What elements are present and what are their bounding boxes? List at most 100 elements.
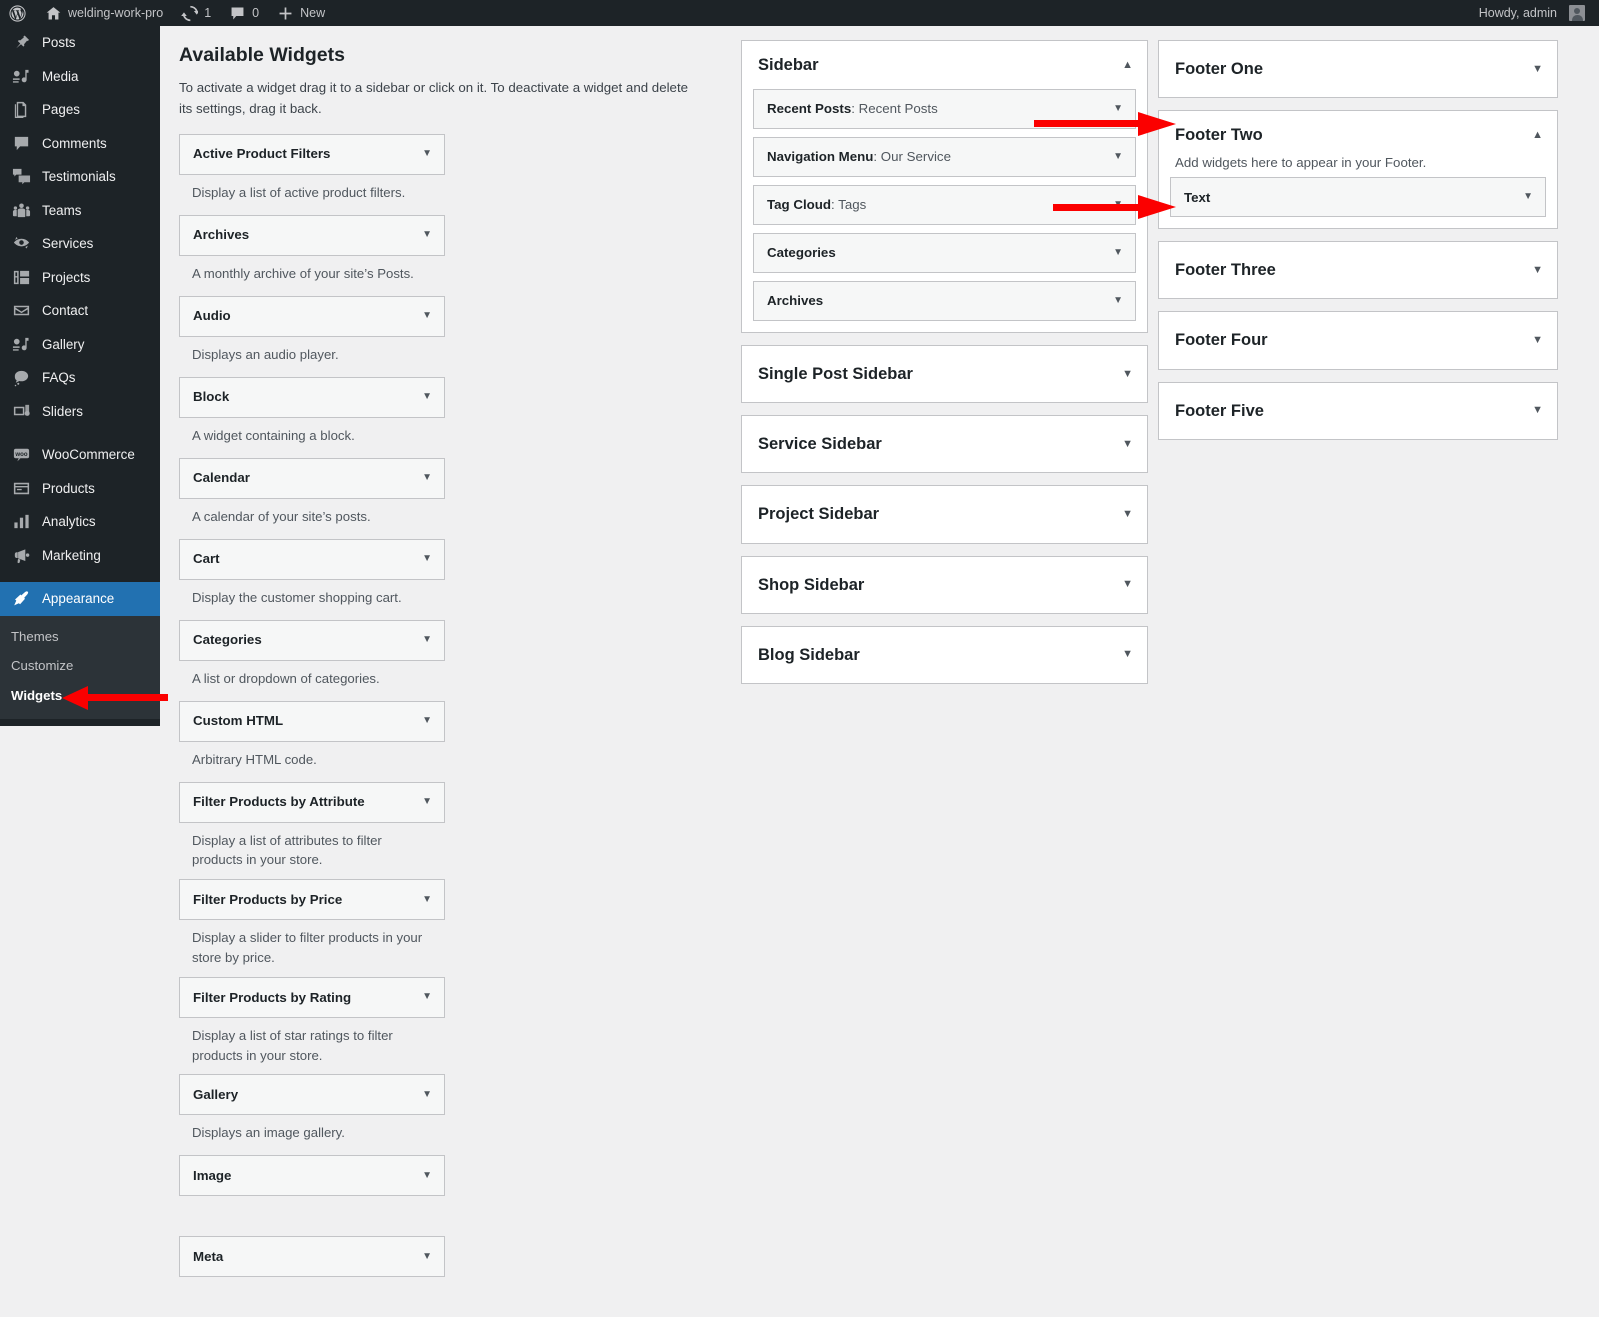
widget-box[interactable]: Archives ▼ — [179, 214, 445, 256]
widget-box[interactable]: Meta ▼ — [179, 1236, 445, 1278]
chevron-down-icon[interactable]: ▼ — [1113, 152, 1123, 162]
media-icon — [11, 66, 31, 86]
widget-box[interactable]: Calendar ▼ — [179, 457, 445, 499]
chevron-down-icon[interactable]: ▼ — [422, 635, 432, 645]
assigned-widget-tag-cloud[interactable]: Tag Cloud: Tags ▼ — [753, 185, 1136, 226]
widget-box[interactable]: Cart ▼ — [179, 538, 445, 580]
chevron-down-icon[interactable]: ▼ — [1113, 200, 1123, 210]
sidebar-item-faqs[interactable]: FAQs — [0, 361, 160, 395]
widget-box[interactable]: Active Product Filters ▼ — [179, 133, 445, 175]
assigned-widget-categories[interactable]: Categories ▼ — [753, 233, 1136, 274]
sidebar-item-sliders[interactable]: Sliders — [0, 395, 160, 429]
assigned-widget-navigation-menu[interactable]: Navigation Menu: Our Service ▼ — [753, 137, 1136, 178]
sidebar-item-media[interactable]: Media — [0, 60, 160, 94]
widget-area-body: Text ▼ — [1159, 177, 1557, 228]
chevron-down-icon[interactable]: ▼ — [1113, 296, 1123, 306]
sidebar-item-gallery[interactable]: Gallery — [0, 328, 160, 362]
chevron-down-icon[interactable]: ▼ — [422, 1170, 432, 1181]
widget-area-header[interactable]: Footer Two ▲ — [1159, 111, 1557, 159]
chevron-down-icon[interactable]: ▼ — [1532, 405, 1543, 416]
sidebar-item-marketing[interactable]: Marketing — [0, 539, 160, 573]
chevron-up-icon[interactable]: ▲ — [1532, 129, 1543, 141]
assigned-widget-archives[interactable]: Archives ▼ — [753, 281, 1136, 322]
chevron-down-icon[interactable]: ▼ — [422, 554, 432, 564]
sidebar-item-analytics[interactable]: Analytics — [0, 505, 160, 539]
chevron-down-icon[interactable]: ▼ — [422, 716, 432, 726]
sidebar-item-posts[interactable]: Posts — [0, 26, 160, 60]
updates-menu[interactable]: 1 — [172, 0, 220, 26]
widget-area-header[interactable]: Project Sidebar ▼ — [742, 486, 1147, 542]
widget-description: Display the customer shopping cart. — [192, 589, 402, 605]
chevron-down-icon[interactable]: ▼ — [422, 894, 432, 905]
sidebar-item-woocommerce[interactable]: woo WooCommerce — [0, 438, 160, 472]
sidebar-item-label: Sliders — [42, 403, 83, 419]
chevron-down-icon[interactable]: ▼ — [422, 1251, 432, 1262]
wordpress-logo-icon — [9, 4, 26, 22]
chevron-down-icon[interactable]: ▼ — [1532, 264, 1543, 276]
chevron-down-icon[interactable]: ▼ — [1113, 104, 1123, 114]
assigned-widget-text[interactable]: Text ▼ — [1170, 177, 1546, 218]
widget-area-header[interactable]: Blog Sidebar ▼ — [742, 627, 1147, 683]
sidebar-item-products[interactable]: Products — [0, 472, 160, 506]
widget-area-header[interactable]: Service Sidebar ▼ — [742, 416, 1147, 472]
widget-area-header[interactable]: Single Post Sidebar ▼ — [742, 346, 1147, 402]
wordpress-logo-menu[interactable] — [0, 0, 36, 26]
chevron-down-icon[interactable]: ▼ — [1523, 192, 1533, 202]
chevron-down-icon[interactable]: ▼ — [1122, 368, 1133, 380]
chevron-down-icon[interactable]: ▼ — [422, 230, 432, 240]
my-account-menu[interactable]: Howdy, admin — [1470, 0, 1599, 26]
chevron-down-icon[interactable]: ▼ — [1122, 438, 1133, 450]
submenu-item-customize[interactable]: Customize — [0, 651, 160, 681]
available-widget-categories: Categories ▼ A list or dropdown of categ… — [179, 619, 445, 701]
chevron-down-icon[interactable]: ▼ — [422, 473, 432, 483]
chevron-down-icon[interactable]: ▼ — [422, 797, 432, 807]
chevron-down-icon[interactable]: ▼ — [1532, 63, 1543, 75]
sidebar-item-label: Products — [42, 480, 95, 496]
sidebar-item-comments[interactable]: Comments — [0, 127, 160, 161]
comments-menu[interactable]: 0 — [220, 0, 268, 26]
widget-box[interactable]: Filter Products by Attribute ▼ — [179, 781, 445, 823]
sidebar-item-appearance[interactable]: Appearance — [0, 582, 160, 616]
chevron-down-icon[interactable]: ▼ — [422, 992, 432, 1002]
widget-area-header[interactable]: Shop Sidebar ▼ — [742, 557, 1147, 613]
chevron-down-icon[interactable]: ▼ — [1122, 579, 1133, 590]
widget-box[interactable]: Filter Products by Rating ▼ — [179, 976, 445, 1018]
chevron-down-icon[interactable]: ▼ — [422, 149, 432, 159]
widget-area-header[interactable]: Footer One ▼ — [1159, 41, 1557, 97]
chevron-down-icon[interactable]: ▼ — [1122, 508, 1133, 520]
sidebar-item-services[interactable]: Services — [0, 227, 160, 261]
sidebar-item-teams[interactable]: Teams — [0, 194, 160, 228]
avatar — [1569, 5, 1585, 21]
chevron-down-icon[interactable]: ▼ — [422, 311, 432, 321]
chevron-down-icon[interactable]: ▼ — [422, 392, 432, 402]
widget-area-footer-four: Footer Four ▼ — [1158, 311, 1558, 370]
sidebar-item-contact[interactable]: Contact — [0, 294, 160, 328]
chevron-down-icon[interactable]: ▼ — [1532, 334, 1543, 346]
widget-description: A widget containing a block. — [192, 427, 355, 443]
site-name-menu[interactable]: welding-work-pro — [36, 0, 172, 26]
sidebar-item-testimonials[interactable]: Testimonials — [0, 160, 160, 194]
widget-box[interactable]: Custom HTML ▼ — [179, 700, 445, 742]
widget-box[interactable]: Audio ▼ — [179, 295, 445, 337]
sidebar-item-projects[interactable]: Projects — [0, 261, 160, 295]
chevron-up-icon[interactable]: ▲ — [1122, 59, 1133, 71]
submenu-item-widgets[interactable]: Widgets — [0, 681, 160, 711]
assigned-widget-recent-posts[interactable]: Recent Posts: Recent Posts ▼ — [753, 89, 1136, 130]
updates-count: 1 — [204, 6, 212, 20]
widget-box[interactable]: Categories ▼ — [179, 619, 445, 661]
widget-area-header[interactable]: Footer Five ▼ — [1159, 383, 1557, 439]
chevron-down-icon[interactable]: ▼ — [422, 1089, 432, 1100]
widget-box[interactable]: Gallery ▼ — [179, 1074, 445, 1116]
chevron-down-icon[interactable]: ▼ — [1113, 248, 1123, 258]
widget-box[interactable]: Image ▼ — [179, 1155, 445, 1197]
widget-box[interactable]: Block ▼ — [179, 376, 445, 418]
widget-area-header[interactable]: Footer Three ▼ — [1159, 242, 1557, 298]
available-widgets-panel: Available Widgets To activate a widget d… — [160, 26, 738, 1317]
chevron-down-icon[interactable]: ▼ — [1122, 649, 1133, 660]
submenu-item-themes[interactable]: Themes — [0, 622, 160, 652]
sidebar-item-pages[interactable]: Pages — [0, 93, 160, 127]
widget-box[interactable]: Filter Products by Price ▼ — [179, 879, 445, 921]
new-content-menu[interactable]: New — [268, 0, 334, 26]
widget-area-header[interactable]: Sidebar ▲ — [742, 41, 1147, 89]
widget-area-header[interactable]: Footer Four ▼ — [1159, 312, 1557, 368]
